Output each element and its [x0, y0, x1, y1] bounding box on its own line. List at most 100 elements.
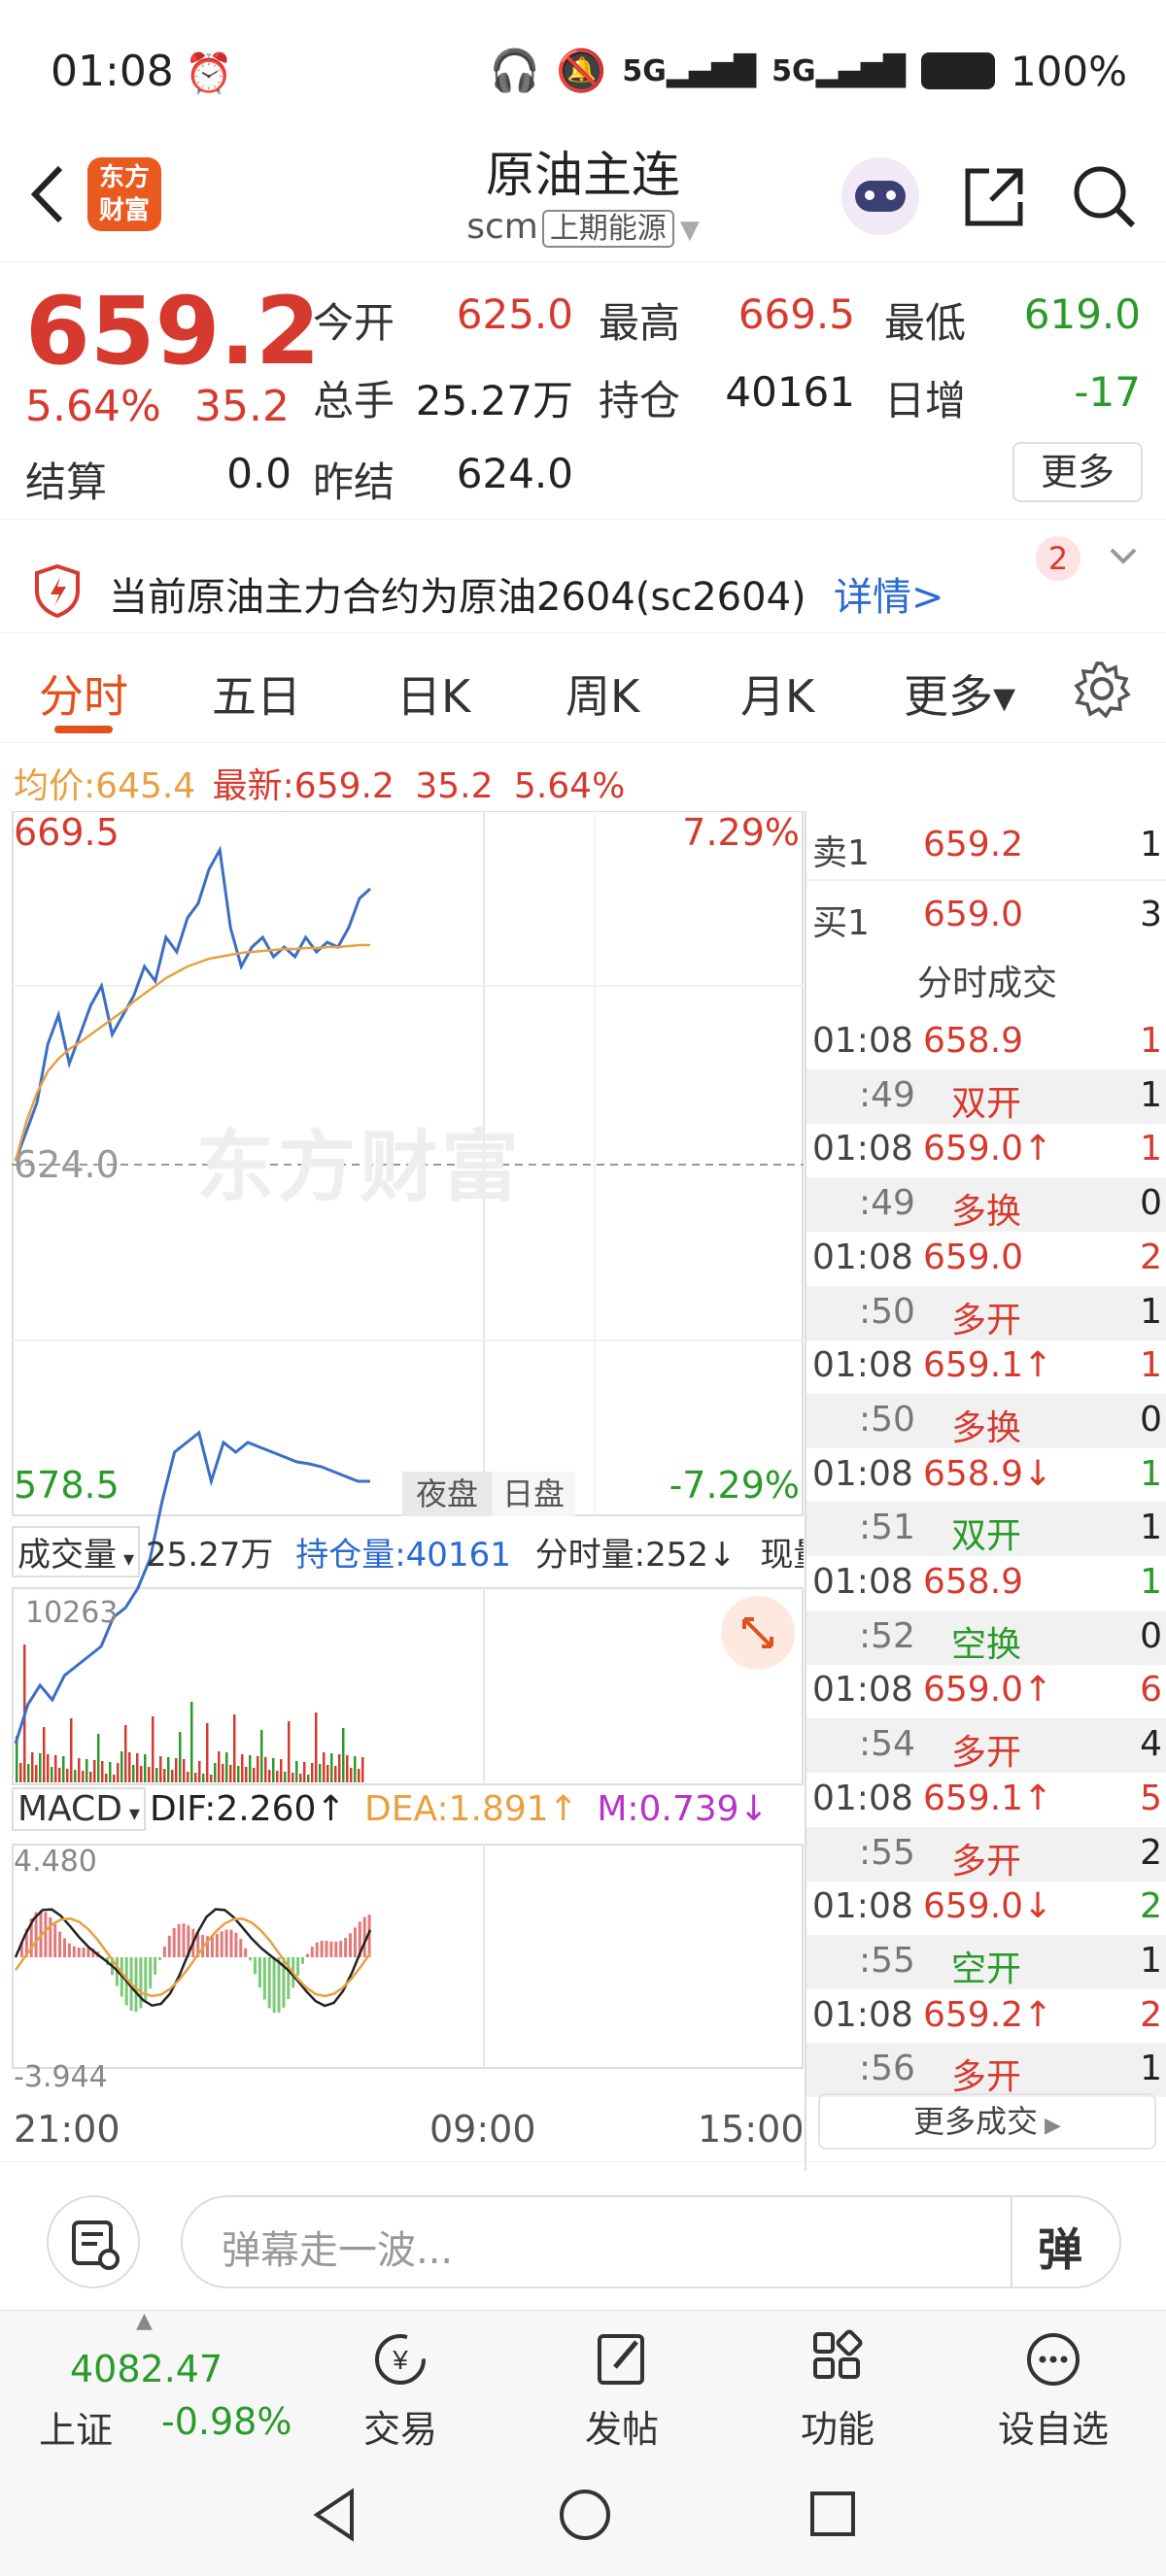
tab-intraday[interactable]: 分时 [39, 661, 128, 726]
macd-bar [182, 1923, 186, 1957]
change-pct: 5.64% [25, 382, 161, 431]
settle-label: 结算 [25, 458, 108, 506]
ask-row[interactable]: 卖1 659.2 1 [806, 819, 1166, 873]
macd-frame [12, 1844, 804, 2069]
nav-recents-icon[interactable] [806, 2488, 859, 2540]
trade-type: 多开 [950, 1733, 1021, 1774]
nav-back-icon[interactable] [309, 2486, 360, 2544]
svg-text:¥: ¥ [392, 2345, 408, 2375]
volume-bar [19, 1763, 22, 1782]
signal-2-icon: 5G▂▄▆█ [772, 53, 906, 88]
search-icon[interactable] [1069, 161, 1139, 231]
volume-bar [105, 1774, 108, 1782]
notice-link[interactable]: 详情> [834, 565, 944, 622]
high-value: 669.5 [737, 290, 855, 338]
volume-bar [222, 1764, 224, 1782]
volume-bar [202, 1774, 205, 1782]
volume-bar [268, 1770, 271, 1782]
bid-label: 买1 [812, 903, 870, 943]
trade-type: 多开 [950, 1300, 1021, 1340]
more-button[interactable]: 更多 [1012, 442, 1143, 502]
trade-volume: 5 [1140, 1778, 1162, 1818]
trade-volume: 1 [1140, 1021, 1162, 1061]
volume-bar [175, 1758, 178, 1782]
net2-label: 5G [772, 53, 816, 88]
macd-bar [296, 1957, 300, 1976]
macd-bar [234, 1932, 238, 1957]
volume-bar [295, 1761, 298, 1782]
trade-time: :55 [859, 1832, 915, 1873]
chart-area[interactable]: 669.5 7.29% 624.0 东方财富 578.5 -7.29% 夜盘 日… [12, 811, 805, 2171]
danmu-send-button[interactable]: 弹 [1038, 2215, 1082, 2279]
macd-dif: DIF:2.260↑ [149, 1789, 346, 1829]
index-widget[interactable]: ▲ 4082.47 上证 -0.98% [29, 2309, 301, 2452]
nav-functions[interactable]: 功能 [770, 2328, 906, 2453]
trade-time: :50 [859, 1399, 915, 1440]
volume-selector[interactable]: 成交量 ▾ [12, 1526, 141, 1577]
trade-volume: 6 [1140, 1670, 1162, 1711]
volume-bar [82, 1771, 85, 1782]
more-trades-button[interactable]: 更多成交 ▶ [818, 2093, 1156, 2150]
trade-volume: 0 [1140, 1399, 1162, 1440]
nav-trade[interactable]: ¥ 交易 [332, 2328, 468, 2453]
trade-row: 01:08 659.2↑ 2 [806, 1989, 1166, 2044]
battery-text: 100% [1010, 47, 1127, 95]
status-time: 01:08 [51, 47, 174, 96]
volume-bar [257, 1756, 259, 1782]
share-icon[interactable] [960, 163, 1028, 231]
volume-bar [253, 1768, 256, 1782]
bid-row[interactable]: 买1 659.0 3 [806, 889, 1166, 943]
notice-bar[interactable]: 当前原油主力合约为原油2604(sc2604) 详情> 2 [0, 536, 1166, 633]
volume-bar [292, 1773, 294, 1782]
volume-selector-label: 成交量 [17, 1536, 117, 1575]
trade-row: :50 多开 1 [806, 1285, 1166, 1340]
index-pct: -0.98% [161, 2400, 292, 2443]
trade-time: :51 [859, 1508, 915, 1548]
danmu-input[interactable]: 弹幕走一波... 弹 [181, 2195, 1121, 2288]
alarm-icon: ⏰ [185, 51, 233, 96]
volume-bar [358, 1769, 360, 1782]
volume-bar [330, 1753, 333, 1782]
macd-bar [334, 1941, 338, 1957]
expand-icon[interactable] [721, 1596, 795, 1670]
latest-chg: 35.2 [415, 766, 494, 806]
nav-post[interactable]: 发帖 [554, 2328, 690, 2453]
bottom-nav: ▲ 4082.47 上证 -0.98% ¥ 交易 发帖 功能 设自选 [0, 2309, 1166, 2453]
volume-bar [280, 1759, 283, 1782]
trade-panel: 卖1 659.2 1 买1 659.0 3 分时成交 01:08 658.9 1:4… [805, 811, 1166, 2171]
trade-row: :55 空开 1 [806, 1934, 1166, 1989]
trade-time: :54 [859, 1724, 915, 1765]
trade-time: 01:08 [812, 1453, 913, 1494]
tab-5day[interactable]: 五日 [212, 661, 301, 726]
macd-bar [215, 1933, 219, 1957]
oi-label: 持仓 [599, 377, 681, 424]
chevron-down-icon[interactable] [1106, 542, 1141, 571]
trade-time: 01:08 [812, 1129, 913, 1169]
volume-bar [97, 1734, 100, 1782]
macd-bar [44, 1912, 48, 1957]
nav-home-icon[interactable] [556, 2486, 614, 2544]
quote-panel: 659.2 5.64% 35.2 结算 0.0 今开 625.0 最高 669.… [0, 267, 1166, 520]
gear-icon[interactable] [1073, 660, 1131, 718]
trade-row: 01:08 658.9 1 [806, 1556, 1166, 1610]
trade-price: 659.0↓ [923, 1886, 1053, 1927]
nav-add-watchlist[interactable]: 设自选 [985, 2328, 1121, 2453]
tab-monthly-k[interactable]: 月K [740, 661, 814, 726]
session-day-tag[interactable]: 日盘 [492, 1472, 575, 1516]
robot-avatar-icon[interactable] [841, 157, 919, 235]
settle-value: 0.0 [226, 450, 292, 497]
volume-bar [171, 1770, 174, 1782]
trade-row: :55 多开 2 [806, 1826, 1166, 1881]
volume-bar [101, 1761, 104, 1782]
trade-volume: 1 [1140, 1129, 1162, 1169]
volume-bar [43, 1727, 46, 1782]
macd-bar [53, 1923, 57, 1957]
ask-price: 659.2 [923, 825, 1024, 864]
tab-daily-k[interactable]: 日K [396, 661, 470, 726]
pct-min-label: -7.29% [669, 1464, 800, 1507]
danmu-settings-icon[interactable] [47, 2195, 140, 2288]
session-night-tag[interactable]: 夜盘 [402, 1472, 492, 1516]
tab-weekly-k[interactable]: 周K [566, 661, 639, 726]
tab-more[interactable]: 更多▾ [904, 661, 1015, 726]
macd-selector[interactable]: MACD ▾ [12, 1787, 146, 1831]
